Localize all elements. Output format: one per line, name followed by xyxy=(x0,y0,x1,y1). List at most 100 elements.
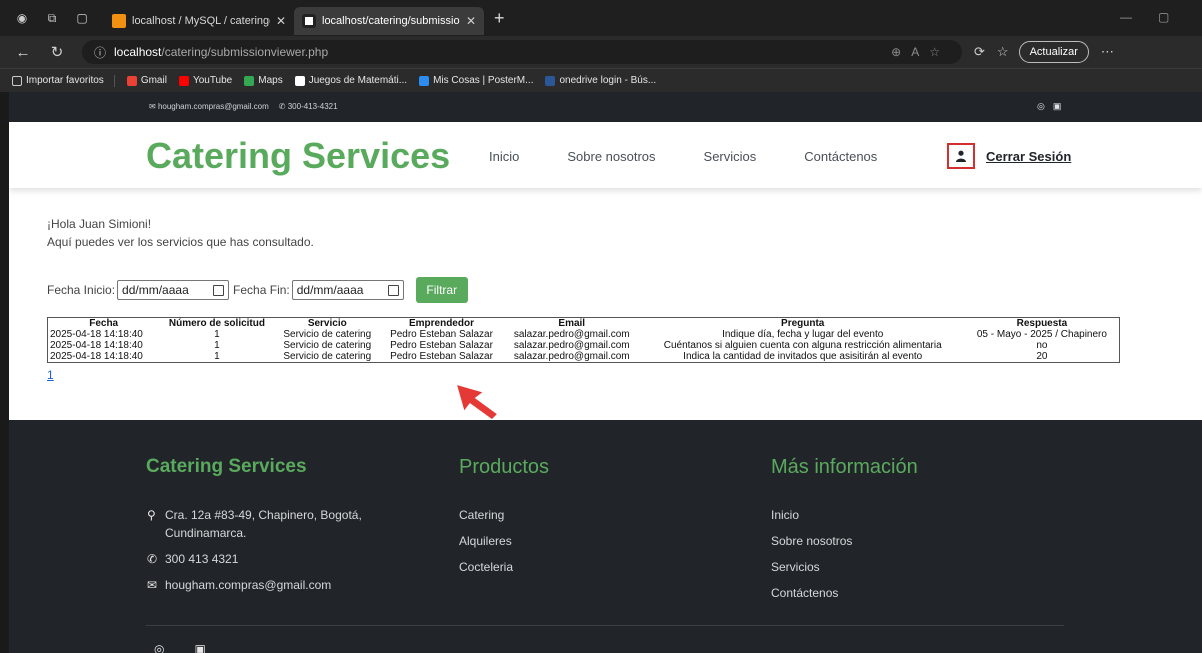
table-row: 2025-04-18 14:18:40 1 Servicio de cateri… xyxy=(48,329,1119,340)
col-respuesta: Respuesta xyxy=(1016,318,1068,329)
cell-numero: 1 xyxy=(214,340,220,351)
user-icon[interactable] xyxy=(947,143,975,169)
nav-servicios[interactable]: Servicios xyxy=(704,149,757,164)
topbar-email: ✉ hougham.compras@gmail.com xyxy=(149,102,269,111)
start-date-label: Fecha Inicio: xyxy=(47,283,116,297)
url-path: /catering/submissionviewer.php xyxy=(161,45,329,59)
back-icon[interactable]: ← xyxy=(12,44,34,61)
footer-products-title: Productos xyxy=(459,456,550,478)
url-host: localhost xyxy=(114,45,162,59)
col-email: Email xyxy=(558,318,586,329)
bookmarks-bar: Importar favoritos Gmail YouTube Maps Ju… xyxy=(0,68,1202,92)
user-glyph-icon xyxy=(956,150,966,162)
filter-button[interactable]: Filtrar xyxy=(415,277,468,303)
tab-phpmyadmin[interactable]: localhost / MySQL / cateringdb / ✕ xyxy=(104,7,294,35)
bookmark-juegos[interactable]: Juegos de Matemáti... xyxy=(294,75,407,86)
calendar-icon[interactable] xyxy=(213,284,225,296)
cell-email: salazar.pedro@gmail.com xyxy=(513,340,630,351)
tab-actions-icon[interactable]: ▢ xyxy=(74,10,90,26)
bookmark-label: Mis Cosas | PosterM... xyxy=(433,75,534,86)
phone-icon: ✆ xyxy=(147,552,158,566)
bookmark-import[interactable]: Importar favoritos xyxy=(12,75,104,86)
nav-contactenos[interactable]: Contáctenos xyxy=(804,149,877,164)
left-edge xyxy=(0,92,9,653)
youtube-icon xyxy=(178,75,189,86)
workspaces-icon[interactable]: ⧉ xyxy=(44,10,60,26)
bookmark-gmail[interactable]: Gmail xyxy=(126,75,167,86)
envelope-icon: ✉ xyxy=(147,578,158,592)
footer-link-alquileres[interactable]: Alquileres xyxy=(459,534,513,552)
footer-address: ⚲ Cra. 12a #83-49, Chapinero, Bogotá, Cun… xyxy=(147,506,387,542)
poster-icon xyxy=(419,75,430,86)
start-date-placeholder: dd/mm/aaaa xyxy=(122,283,189,297)
instagram-icon[interactable]: ◎ xyxy=(154,642,164,653)
col-numero-solicitud: Número de solicitud xyxy=(168,318,265,329)
pagination-link[interactable]: 1 xyxy=(47,368,54,382)
reload-icon[interactable]: ↻ xyxy=(46,43,68,61)
bookmark-onedrive[interactable]: onedrive login - Bús... xyxy=(545,75,656,86)
col-fecha: Fecha xyxy=(89,318,119,329)
bookmark-poster[interactable]: Mis Cosas | PosterM... xyxy=(419,75,533,86)
cell-pregunta: Indique día, fecha y lugar del evento xyxy=(722,329,884,340)
close-tab-icon[interactable]: ✕ xyxy=(276,14,286,28)
footer-link-sobre-nosotros[interactable]: Sobre nosotros xyxy=(771,534,852,552)
import-icon xyxy=(12,75,22,86)
cell-pregunta: Indica la cantidad de invitados que asis… xyxy=(683,351,923,362)
maximize-icon[interactable]: ▢ xyxy=(1158,10,1169,24)
more-menu-icon[interactable]: ⋯ xyxy=(1101,44,1114,60)
cell-email: salazar.pedro@gmail.com xyxy=(513,329,630,340)
calendar-icon[interactable] xyxy=(387,284,399,296)
footer-link-servicios[interactable]: Servicios xyxy=(771,560,852,578)
browser-tab-bar: ◉ ⧉ ▢ localhost / MySQL / cateringdb / ✕… xyxy=(0,0,1202,36)
footer-phone: ✆ 300 413 4321 xyxy=(147,550,387,568)
footer-email: ✉ hougham.compras@gmail.com xyxy=(147,576,387,594)
nav-inicio[interactable]: Inicio xyxy=(489,149,519,164)
phpmyadmin-favicon-icon xyxy=(112,14,126,28)
end-date-input[interactable]: dd/mm/aaaa xyxy=(291,280,404,300)
site-header: Catering Services Inicio Sobre nosotros … xyxy=(9,122,1202,188)
phone-icon: ✆ xyxy=(278,102,288,111)
new-tab-icon[interactable]: + xyxy=(494,8,505,29)
footer-link-catering[interactable]: Catering xyxy=(459,508,513,526)
footer-link-contactenos[interactable]: Contáctenos xyxy=(771,586,852,604)
minimize-icon[interactable]: — xyxy=(1120,10,1132,24)
footer-link-inicio[interactable]: Inicio xyxy=(771,508,852,526)
start-date-input[interactable]: dd/mm/aaaa xyxy=(117,280,230,300)
end-date-label: Fecha Fin: xyxy=(233,283,290,297)
cell-emprendedor: Pedro Esteban Salazar xyxy=(390,329,493,340)
cell-numero: 1 xyxy=(214,351,220,362)
close-tab-icon[interactable]: ✕ xyxy=(466,14,476,28)
footer-phone-text: 300 413 4321 xyxy=(165,552,239,566)
footer-link-cocteleria[interactable]: Cocteleria xyxy=(459,560,513,578)
update-button[interactable]: Actualizar xyxy=(1018,41,1089,63)
site-brand[interactable]: Catering Services xyxy=(146,135,450,177)
tab-submissionviewer[interactable]: localhost/catering/submissionvie ✕ xyxy=(294,7,484,35)
bookmark-maps[interactable]: Maps xyxy=(244,75,283,86)
cell-respuesta: no xyxy=(1036,340,1048,351)
table-row: 2025-04-18 14:18:40 1 Servicio de cateri… xyxy=(48,351,1119,362)
site-info-icon[interactable]: ⓘ xyxy=(94,44,106,61)
bookmark-youtube[interactable]: YouTube xyxy=(178,75,232,86)
bookmark-label: Importar favoritos xyxy=(26,75,104,86)
footer-brand: Catering Services xyxy=(146,456,307,477)
cell-emprendedor: Pedro Esteban Salazar xyxy=(390,340,493,351)
profile-icon[interactable]: ◉ xyxy=(14,10,30,26)
favorites-icon[interactable]: ☆ xyxy=(997,44,1009,60)
extensions-icon[interactable]: ⟳ xyxy=(974,44,985,60)
address-actions-icon[interactable]: ⊕A☆ xyxy=(891,45,950,59)
maps-icon xyxy=(244,75,255,86)
bookmark-label: Maps xyxy=(258,75,283,86)
linkedin-icon[interactable]: ▣ xyxy=(194,642,205,653)
instagram-icon[interactable]: ◎ xyxy=(1037,101,1045,112)
linkedin-icon[interactable]: ▣ xyxy=(1053,101,1062,112)
nav-sobre-nosotros[interactable]: Sobre nosotros xyxy=(567,149,655,164)
logout-link[interactable]: Cerrar Sesión xyxy=(986,149,1071,164)
footer-address-text: Cra. 12a #83-49, Chapinero, Bogotá, Cund… xyxy=(165,508,362,540)
bookmark-divider xyxy=(113,74,115,87)
cell-respuesta: 05 - Mayo - 2025 / Chapinero xyxy=(976,329,1107,340)
subtitle: Aquí puedes ver los servicios que has co… xyxy=(47,235,314,249)
location-pin-icon: ⚲ xyxy=(147,508,156,522)
cell-emprendedor: Pedro Esteban Salazar xyxy=(390,351,493,362)
footer-divider xyxy=(146,625,1064,626)
url-field[interactable]: ⓘ localhost/catering/submissionviewer.ph… xyxy=(82,40,962,64)
